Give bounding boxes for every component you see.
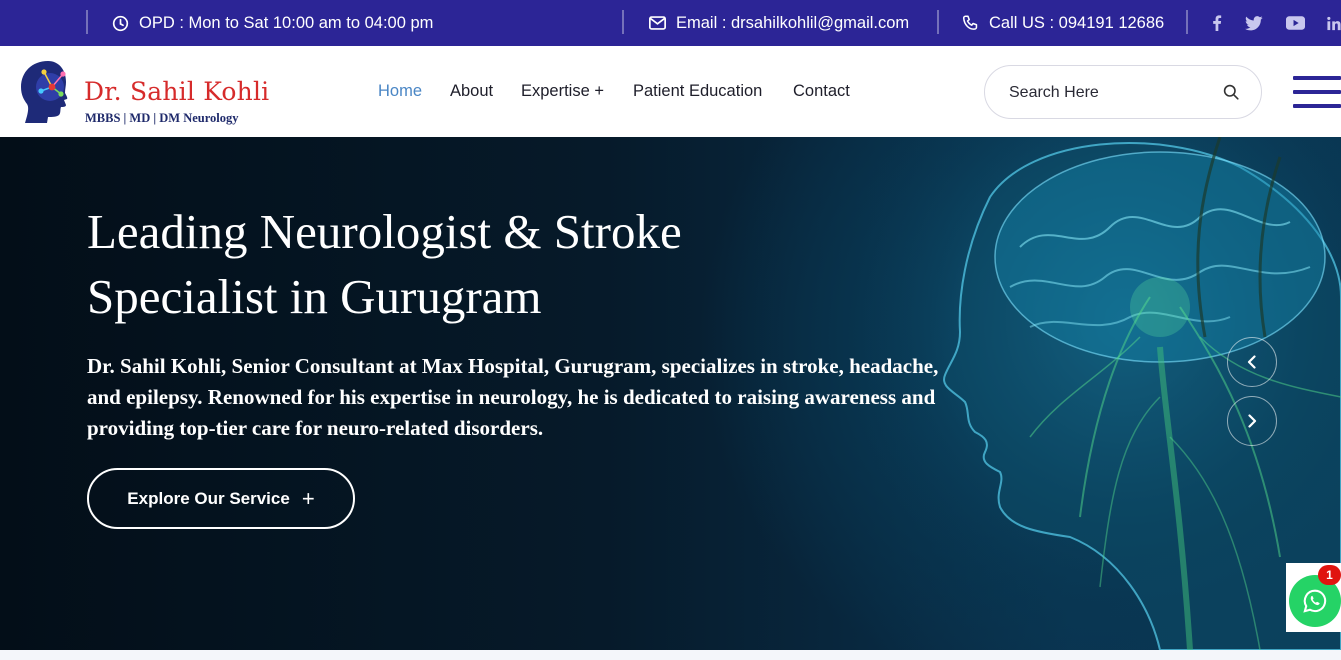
topbar-divider	[622, 10, 624, 34]
logo-head-icon[interactable]	[16, 58, 80, 126]
facebook-link[interactable]	[1212, 0, 1222, 46]
search-box	[984, 65, 1262, 119]
menu-hamburger-icon[interactable]	[1293, 76, 1341, 108]
opd-hours: OPD : Mon to Sat 10:00 am to 04:00 pm	[112, 0, 433, 46]
hero-title: Leading Neurologist & Stroke Specialist …	[87, 204, 682, 324]
search-input[interactable]	[1009, 80, 1209, 106]
nav-patient-education[interactable]: Patient Education	[633, 46, 762, 137]
chevron-right-icon	[1248, 414, 1257, 428]
search-icon[interactable]	[1223, 84, 1239, 100]
nav-home[interactable]: Home	[378, 46, 422, 137]
explore-service-button[interactable]: Explore Our Service +	[87, 468, 355, 529]
youtube-icon	[1286, 16, 1305, 30]
explore-service-label: Explore Our Service	[127, 488, 290, 508]
nav-about[interactable]: About	[450, 46, 493, 137]
clock-icon	[112, 15, 129, 31]
top-bar: OPD : Mon to Sat 10:00 am to 04:00 pm Em…	[0, 0, 1341, 46]
notification-badge: 1	[1318, 565, 1341, 585]
phone-text: Call US : 094191 12686	[989, 13, 1165, 32]
twitter-link[interactable]	[1245, 0, 1263, 46]
twitter-icon	[1245, 15, 1263, 30]
linkedin-icon	[1327, 16, 1341, 30]
linkedin-link[interactable]	[1327, 0, 1341, 46]
phone-icon	[962, 15, 978, 30]
main-header: Dr. Sahil Kohli MBBS | MD | DM Neurology…	[0, 46, 1341, 137]
slider-next-button[interactable]	[1227, 396, 1277, 446]
topbar-divider	[1186, 10, 1188, 34]
topbar-divider	[86, 10, 88, 34]
logo-name[interactable]: Dr. Sahil Kohli	[84, 77, 269, 106]
nav-expertise[interactable]: Expertise +	[521, 46, 604, 137]
hero-description: Dr. Sahil Kohli, Senior Consultant at Ma…	[87, 354, 939, 440]
email-link[interactable]: Email : drsahilkohlil@gmail.com	[649, 0, 909, 46]
nav-contact[interactable]: Contact	[793, 46, 850, 137]
whatsapp-icon	[1303, 589, 1327, 613]
envelope-icon	[649, 16, 666, 30]
chevron-left-icon	[1247, 355, 1256, 369]
opd-text: OPD : Mon to Sat 10:00 am to 04:00 pm	[139, 13, 434, 32]
email-text: Email : drsahilkohlil@gmail.com	[676, 13, 910, 32]
facebook-icon	[1213, 15, 1222, 31]
youtube-link[interactable]	[1286, 0, 1305, 46]
plus-icon: +	[301, 485, 315, 511]
phone-link[interactable]: Call US : 094191 12686	[962, 0, 1164, 46]
page-section-divider	[0, 650, 1341, 660]
slider-prev-button[interactable]	[1227, 337, 1277, 387]
logo-credentials: MBBS | MD | DM Neurology	[85, 111, 239, 125]
hero-banner: Leading Neurologist & Stroke Specialist …	[0, 137, 1341, 650]
topbar-divider	[937, 10, 939, 34]
